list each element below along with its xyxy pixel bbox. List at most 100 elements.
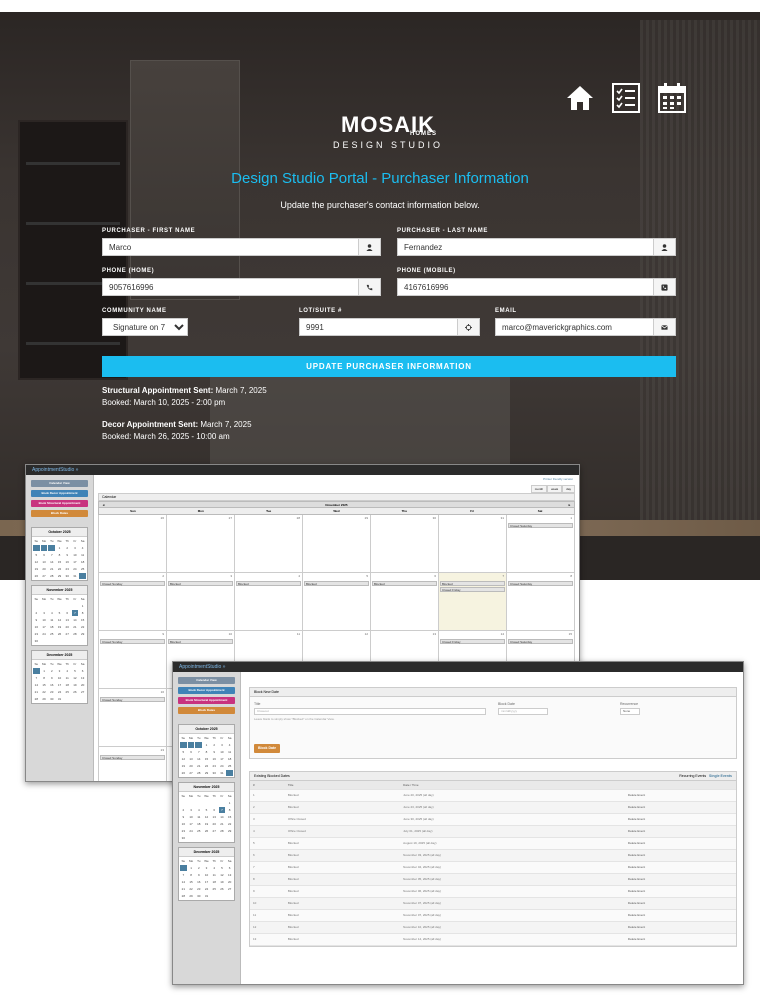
mini-calendar-date[interactable]: 23: [180, 828, 187, 834]
mini-calendar-date[interactable]: 20: [64, 624, 71, 630]
mini-calendar-date[interactable]: 9: [211, 749, 218, 755]
calendar-day[interactable]: 23 Closed Sunday: [99, 747, 167, 781]
mini-calendar-date[interactable]: 21: [48, 566, 55, 572]
mini-calendar-date[interactable]: 3: [219, 742, 226, 748]
mini-calendar-date[interactable]: 13: [188, 756, 195, 762]
mini-calendar-date[interactable]: 19: [72, 682, 79, 688]
mini-calendar-date[interactable]: 7: [218, 807, 226, 813]
mini-calendar-date[interactable]: 11: [211, 872, 218, 878]
mini-calendar-date[interactable]: 18: [48, 624, 55, 630]
mini-calendar-date[interactable]: 17: [219, 756, 226, 762]
calendar-event[interactable]: Closed Saturday: [508, 639, 573, 644]
calendar-event[interactable]: Blocked: [168, 581, 233, 586]
mini-calendar-date[interactable]: 3: [188, 807, 195, 813]
delete-event-link[interactable]: Delete Event: [624, 789, 736, 802]
mini-calendar-date[interactable]: 30: [33, 638, 40, 644]
block-date-button[interactable]: Block Date: [254, 744, 280, 753]
mini-calendar-date[interactable]: 19: [219, 879, 226, 885]
delete-event-link[interactable]: Delete Event: [624, 909, 736, 922]
mini-calendar-date[interactable]: 26: [219, 886, 226, 892]
calendar-event[interactable]: Blocked: [372, 581, 437, 586]
checklist-icon[interactable]: [610, 82, 642, 114]
phone-mobile-input[interactable]: [398, 279, 653, 295]
sidebar-button-1[interactable]: Book Decor Appointment: [178, 687, 235, 694]
phone-home-input[interactable]: [103, 279, 358, 295]
mini-calendar-date[interactable]: 31: [203, 893, 210, 899]
mini-calendar-date[interactable]: 30: [48, 696, 55, 702]
mini-calendar-date[interactable]: 20: [226, 879, 233, 885]
mini-calendar-date[interactable]: 9: [180, 814, 187, 820]
mini-calendar-date[interactable]: 23: [33, 631, 40, 637]
mini-calendar-date[interactable]: 13: [226, 872, 233, 878]
delete-event-link[interactable]: Delete Event: [624, 801, 736, 814]
single-events-tab[interactable]: Single Events: [709, 774, 732, 778]
mini-calendar-date[interactable]: 17: [203, 879, 210, 885]
delete-event-link[interactable]: Delete Event: [624, 873, 736, 886]
mini-calendar-date[interactable]: 21: [33, 689, 40, 695]
mini-calendar-date[interactable]: 21: [72, 624, 79, 630]
delete-event-link[interactable]: Delete Event: [624, 849, 736, 862]
mini-calendar-date[interactable]: 5: [56, 610, 63, 616]
lot-input[interactable]: [300, 319, 457, 335]
mini-calendar-date[interactable]: 11: [226, 749, 233, 755]
mini-calendar-date[interactable]: 8: [188, 872, 195, 878]
mini-calendar-date[interactable]: 14: [48, 559, 55, 565]
printer-link[interactable]: Printer friendly version: [543, 477, 573, 481]
sidebar-button-0[interactable]: Calendar View: [31, 480, 88, 487]
mini-calendar-date[interactable]: 3: [72, 545, 79, 551]
mini-calendar-date[interactable]: 17: [41, 624, 48, 630]
mini-calendar-date[interactable]: 6: [226, 865, 233, 871]
mini-calendar-date[interactable]: 24: [203, 886, 210, 892]
mini-calendar-date[interactable]: 5: [203, 807, 210, 813]
calendar-event[interactable]: Closed Sunday: [100, 581, 165, 586]
calendar-event[interactable]: Closed Sunday: [100, 697, 165, 702]
mini-calendar-date[interactable]: 14: [33, 682, 40, 688]
mini-calendar-date[interactable]: 16: [195, 879, 202, 885]
mini-calendar-date[interactable]: 30: [195, 893, 202, 899]
mini-calendar-date[interactable]: 18: [79, 559, 86, 565]
calendar-day[interactable]: 29: [303, 515, 371, 573]
mini-calendar-date[interactable]: 30: [180, 835, 187, 841]
mini-calendar-date[interactable]: 6: [188, 749, 195, 755]
mini-calendar-date[interactable]: 4: [226, 742, 233, 748]
mini-calendar-date[interactable]: 21: [180, 886, 187, 892]
mini-calendar-date[interactable]: 19: [56, 624, 63, 630]
mini-calendar-date[interactable]: 27: [211, 828, 218, 834]
mini-calendar-date[interactable]: 29: [56, 573, 63, 579]
mini-calendar-date[interactable]: 6: [79, 668, 86, 674]
mini-calendar-date[interactable]: 24: [41, 631, 48, 637]
mini-calendar-date[interactable]: 31: [72, 573, 79, 579]
mini-calendar-date[interactable]: 15: [226, 814, 233, 820]
mini-calendar-date[interactable]: 18: [226, 756, 233, 762]
mini-calendar-date[interactable]: 29: [203, 770, 210, 776]
mini-calendar-date[interactable]: 30: [64, 573, 71, 579]
mini-calendar-date[interactable]: 25: [226, 763, 233, 769]
calendar-day[interactable]: 16 Closed Sunday: [99, 689, 167, 747]
mini-calendar-date[interactable]: 14: [180, 879, 187, 885]
mini-calendar-date[interactable]: 22: [226, 821, 233, 827]
mini-calendar-date[interactable]: 8: [203, 749, 210, 755]
mini-calendar-date[interactable]: 22: [56, 566, 63, 572]
mini-calendar-date[interactable]: 28: [33, 696, 40, 702]
mini-calendar-date[interactable]: 12: [180, 756, 187, 762]
block-title-input[interactable]: Closeout: [254, 708, 486, 715]
calendar-day[interactable]: 4 Blocked: [235, 573, 303, 631]
mini-calendar-date[interactable]: 29: [188, 893, 195, 899]
mini-calendar-date[interactable]: 25: [79, 566, 86, 572]
mini-calendar-date[interactable]: 22: [203, 763, 210, 769]
mini-calendar-date[interactable]: 5: [219, 865, 226, 871]
mini-calendar-date[interactable]: 2: [64, 545, 71, 551]
mini-calendar-date[interactable]: 7: [48, 552, 55, 558]
mini-calendar-date[interactable]: 27: [188, 770, 195, 776]
mini-calendar-date[interactable]: 7: [195, 749, 202, 755]
mini-calendar-date[interactable]: 11: [79, 552, 86, 558]
mini-calendar-date[interactable]: 20: [188, 763, 195, 769]
mini-calendar-date[interactable]: 6: [41, 552, 48, 558]
delete-event-link[interactable]: Delete Event: [624, 813, 736, 826]
view-tab-week[interactable]: week: [547, 485, 563, 493]
mini-calendar-date[interactable]: 5: [33, 552, 40, 558]
mini-calendar-date[interactable]: 26: [33, 573, 40, 579]
mini-calendar-date[interactable]: 4: [211, 865, 218, 871]
mini-calendar-date[interactable]: 29: [226, 828, 233, 834]
mini-calendar-date[interactable]: 20: [41, 566, 48, 572]
